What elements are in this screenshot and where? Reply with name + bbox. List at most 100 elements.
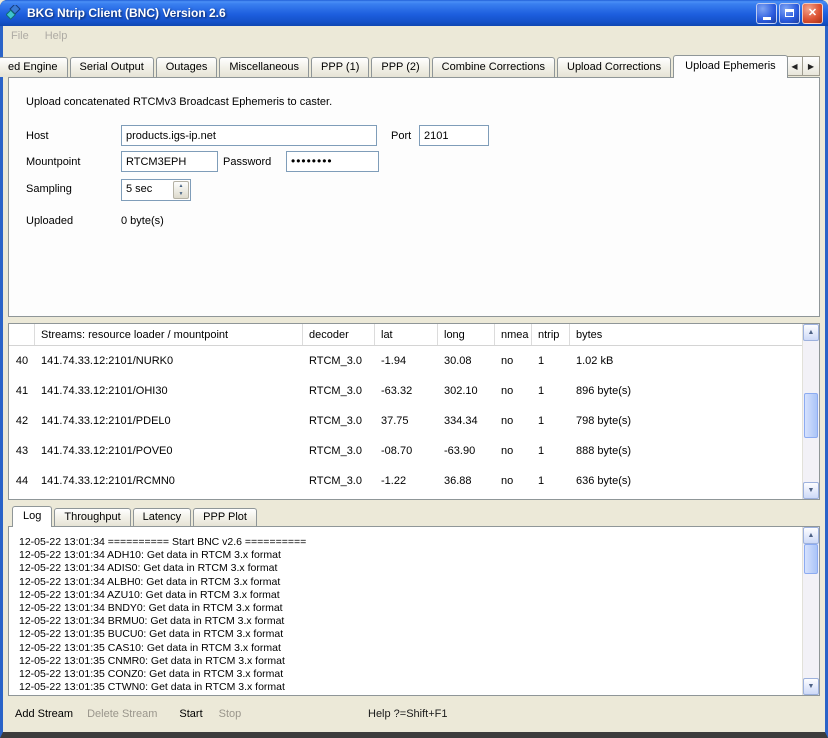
scroll-up-icon[interactable]: ▲ bbox=[803, 527, 819, 544]
scroll-thumb[interactable] bbox=[804, 393, 818, 438]
cell-nmea: no bbox=[495, 415, 532, 427]
header-decoder: decoder bbox=[303, 324, 375, 345]
log-line: 12-05-22 13:01:35 CAS10: Get data in RTC… bbox=[19, 642, 802, 655]
window-title: BKG Ntrip Client (BNC) Version 2.6 bbox=[27, 6, 749, 20]
cell-nmea: no bbox=[495, 355, 532, 367]
cell-long: 30.08 bbox=[438, 355, 495, 367]
cell-long: 36.88 bbox=[438, 475, 495, 487]
cell-stream: 141.74.33.12:2101/POVE0 bbox=[35, 445, 303, 457]
cell-stream: 141.74.33.12:2101/NURK0 bbox=[35, 355, 303, 367]
table-row[interactable]: 42 141.74.33.12:2101/PDEL0 RTCM_3.0 37.7… bbox=[9, 406, 802, 436]
log-line: 12-05-22 13:01:34 ADIS0: Get data in RTC… bbox=[19, 562, 802, 575]
close-button[interactable]: ✕ bbox=[802, 3, 823, 24]
cell-lat: -08.70 bbox=[375, 445, 438, 457]
sampling-spin-buttons: ▲ ▼ bbox=[173, 181, 189, 199]
tab-latency[interactable]: Latency bbox=[133, 508, 192, 526]
log-line: 12-05-22 13:01:35 CONZ0: Get data in RTC… bbox=[19, 668, 802, 681]
log-line: 12-05-22 13:01:34 BRMU0: Get data in RTC… bbox=[19, 615, 802, 628]
log-line: 12-05-22 13:01:34 AZU10: Get data in RTC… bbox=[19, 589, 802, 602]
header-nmea: nmea bbox=[495, 324, 532, 345]
tab-outages[interactable]: Outages bbox=[156, 57, 218, 77]
help-shortcut-label: Help ?=Shift+F1 bbox=[368, 708, 448, 720]
cell-bytes: 888 byte(s) bbox=[570, 445, 802, 457]
log-line: 12-05-22 13:01:35 BUCU0: Get data in RTC… bbox=[19, 628, 802, 641]
window-frame: File Help ed Engine Serial Output Outage… bbox=[0, 26, 828, 738]
tab-ppp-2[interactable]: PPP (2) bbox=[371, 57, 429, 77]
mountpoint-input[interactable] bbox=[121, 151, 218, 172]
titlebar[interactable]: BKG Ntrip Client (BNC) Version 2.6 ✕ bbox=[0, 0, 828, 26]
row-number: 42 bbox=[9, 415, 35, 427]
tab-miscellaneous[interactable]: Miscellaneous bbox=[219, 57, 309, 77]
start-button[interactable]: Start bbox=[179, 708, 202, 720]
log-line: 12-05-22 13:01:34 ALBH0: Get data in RTC… bbox=[19, 576, 802, 589]
password-input[interactable] bbox=[286, 151, 379, 172]
row-number: 40 bbox=[9, 355, 35, 367]
cell-nmea: no bbox=[495, 385, 532, 397]
streams-table: Streams: resource loader / mountpoint de… bbox=[8, 323, 820, 500]
scroll-up-icon[interactable]: ▲ bbox=[803, 324, 819, 341]
row-number: 41 bbox=[9, 385, 35, 397]
streams-scroll-track[interactable] bbox=[803, 341, 819, 482]
cell-stream: 141.74.33.12:2101/RCMN0 bbox=[35, 475, 303, 487]
log-panel: 12-05-22 13:01:34 ========== Start BNC v… bbox=[8, 526, 820, 696]
tab-feed-engine[interactable]: ed Engine bbox=[0, 57, 68, 77]
spin-down-icon[interactable]: ▼ bbox=[174, 190, 188, 198]
tab-combine-corrections[interactable]: Combine Corrections bbox=[432, 57, 555, 77]
log-scroll-track[interactable] bbox=[803, 544, 819, 678]
tab-throughput[interactable]: Throughput bbox=[54, 508, 130, 526]
table-row[interactable]: 43 141.74.33.12:2101/POVE0 RTCM_3.0 -08.… bbox=[9, 436, 802, 466]
mountpoint-label: Mountpoint bbox=[26, 156, 80, 168]
tab-scroll-right-icon[interactable]: ▶ bbox=[803, 56, 820, 76]
cell-long: -63.90 bbox=[438, 445, 495, 457]
port-input[interactable] bbox=[419, 125, 489, 146]
log-scrollbar: ▲ ▼ bbox=[802, 527, 819, 695]
log-line: 12-05-22 13:01:35 CTWN0: Get data in RTC… bbox=[19, 681, 802, 694]
tab-scrollers: ◀ ▶ bbox=[786, 56, 820, 76]
menu-file[interactable]: File bbox=[11, 30, 29, 42]
cell-ntrip: 1 bbox=[532, 475, 570, 487]
tab-bar: ed Engine Serial Output Outages Miscella… bbox=[8, 52, 820, 77]
spin-up-icon[interactable]: ▲ bbox=[174, 182, 188, 190]
tab-serial-output[interactable]: Serial Output bbox=[70, 57, 154, 77]
log-lines: 12-05-22 13:01:34 ========== Start BNC v… bbox=[9, 527, 802, 695]
tab-log[interactable]: Log bbox=[12, 506, 52, 527]
header-bytes: bytes bbox=[570, 324, 802, 345]
scroll-down-icon[interactable]: ▼ bbox=[803, 678, 819, 695]
status-bar: Add Stream Delete Stream Start Stop Help… bbox=[3, 696, 825, 732]
cell-decoder: RTCM_3.0 bbox=[303, 385, 375, 397]
cell-decoder: RTCM_3.0 bbox=[303, 355, 375, 367]
log-line: 12-05-22 13:01:34 BNDY0: Get data in RTC… bbox=[19, 602, 802, 615]
table-row[interactable]: 44 141.74.33.12:2101/RCMN0 RTCM_3.0 -1.2… bbox=[9, 466, 802, 496]
log-line: 12-05-22 13:01:35 CNMR0: Get data in RTC… bbox=[19, 655, 802, 668]
sampling-label: Sampling bbox=[26, 183, 72, 195]
close-icon: ✕ bbox=[808, 8, 817, 19]
menu-help[interactable]: Help bbox=[45, 30, 68, 42]
stop-button[interactable]: Stop bbox=[219, 708, 242, 720]
scroll-thumb[interactable] bbox=[804, 544, 818, 574]
app-icon bbox=[6, 5, 22, 21]
tab-ppp-plot[interactable]: PPP Plot bbox=[193, 508, 257, 526]
corner-header bbox=[9, 324, 35, 345]
maximize-button[interactable] bbox=[779, 3, 800, 24]
table-row[interactable]: 40 141.74.33.12:2101/NURK0 RTCM_3.0 -1.9… bbox=[9, 346, 802, 376]
port-label: Port bbox=[391, 130, 411, 142]
streams-table-header: Streams: resource loader / mountpoint de… bbox=[9, 324, 802, 346]
tab-upload-ephemeris[interactable]: Upload Ephemeris bbox=[673, 55, 788, 78]
delete-stream-button[interactable]: Delete Stream bbox=[87, 708, 157, 720]
cell-stream: 141.74.33.12:2101/OHI30 bbox=[35, 385, 303, 397]
cell-long: 302.10 bbox=[438, 385, 495, 397]
minimize-button[interactable] bbox=[756, 3, 777, 24]
sampling-stepper[interactable]: 5 sec ▲ ▼ bbox=[121, 179, 191, 201]
cell-decoder: RTCM_3.0 bbox=[303, 445, 375, 457]
cell-long: 334.34 bbox=[438, 415, 495, 427]
add-stream-button[interactable]: Add Stream bbox=[15, 708, 73, 720]
tab-scroll-left-icon[interactable]: ◀ bbox=[786, 56, 803, 76]
tab-ppp-1[interactable]: PPP (1) bbox=[311, 57, 369, 77]
tab-upload-corrections[interactable]: Upload Corrections bbox=[557, 57, 671, 77]
host-input[interactable] bbox=[121, 125, 377, 146]
header-long: long bbox=[438, 324, 495, 345]
header-ntrip: ntrip bbox=[532, 324, 570, 345]
scroll-down-icon[interactable]: ▼ bbox=[803, 482, 819, 499]
table-row[interactable]: 41 141.74.33.12:2101/OHI30 RTCM_3.0 -63.… bbox=[9, 376, 802, 406]
cell-bytes: 798 byte(s) bbox=[570, 415, 802, 427]
